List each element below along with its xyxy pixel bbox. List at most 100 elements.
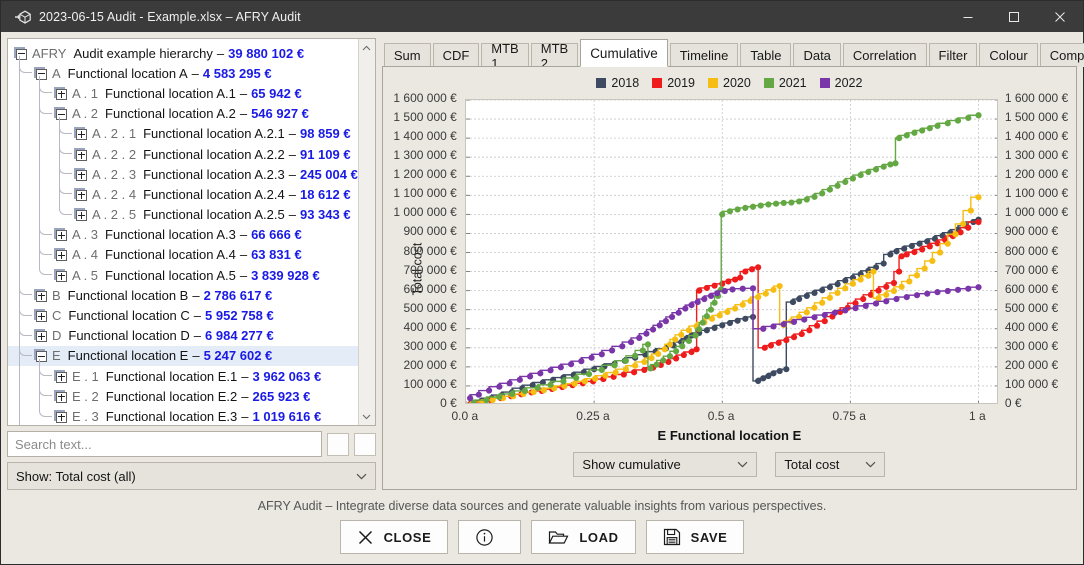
tree-item[interactable]: D Functional location D –6 984 277 € [8,326,358,346]
expand-toggle-icon[interactable] [74,147,87,161]
tree-item-code: E . 1 [72,368,99,384]
tree-connector [39,359,52,417]
chevron-down-icon [719,461,748,468]
footer: AFRY Audit – Integrate diverse data sour… [1,490,1083,564]
y-axis-tick-label: 800 000 € [403,243,457,258]
legend-item[interactable]: 2021 [763,76,807,90]
show-filter-dropdown[interactable]: Show: Total cost (all) [7,462,376,490]
tree-item[interactable]: B Functional location B –2 786 617 € [8,285,358,305]
legend-item[interactable]: 2022 [819,76,862,90]
load-button[interactable]: LOAD [531,520,636,554]
tree-item-value: 65 942 € [251,85,302,101]
tree-item-label: Functional location E.1 [105,368,238,384]
tree-item-label: Functional location A.3 [105,227,236,243]
expand-toggle-icon[interactable] [74,167,87,181]
search-input[interactable] [7,431,322,457]
tree-item-separator: – [288,146,296,162]
save-button[interactable]: SAVE [645,520,745,554]
tree-item-label: Functional location D [68,328,190,344]
maximize-button[interactable] [991,1,1037,32]
search-option-button-2[interactable] [353,432,376,456]
legend-label: 2020 [723,76,751,90]
tree-item-separator: – [192,287,200,303]
tree-item[interactable]: A . 3 Functional location A.3–66 666 € [8,225,358,245]
expand-toggle-icon[interactable] [34,309,47,323]
tree-item-label: Audit example hierarchy [73,45,213,61]
tab-filter[interactable]: Filter [928,43,978,67]
legend-item[interactable]: 2019 [652,76,695,90]
tree-item-separator: – [239,85,248,101]
chart-legend: 2018 2019 2020 2021 2022 [382,67,1076,93]
search-option-button-1[interactable] [326,432,349,456]
tree-item-separator: – [216,45,225,61]
expand-toggle-icon[interactable] [74,187,87,201]
tab-label: Correlation [852,48,917,63]
tree-scrollbar[interactable] [357,39,375,425]
expand-toggle-icon[interactable] [54,409,67,423]
expand-toggle-icon[interactable] [54,248,67,262]
tab-colour[interactable]: Colour [979,43,1038,67]
legend-item[interactable]: 2020 [708,76,751,90]
tree-item[interactable]: A . 4 Functional location A.4–63 831 € [8,245,358,265]
minimize-button[interactable] [945,1,991,32]
legend-label: 2021 [778,76,807,90]
chevron-down-icon[interactable] [358,408,375,425]
tree-connector [59,116,72,215]
tab-table[interactable]: Table [740,43,792,67]
cumulative-mode-dropdown[interactable]: Show cumulative [573,452,758,477]
expand-toggle-icon[interactable] [54,228,67,242]
expand-toggle-icon[interactable] [74,208,87,222]
y-axis-tick-label: 900 000 € [1004,224,1059,239]
tree-item[interactable]: E . 3 Functional location E.3–1 019 616 € [8,406,358,425]
tree-item-value: 98 859 € [299,126,351,142]
legend-item[interactable]: 2018 [596,76,639,90]
tab-data[interactable]: Data [793,43,841,67]
tree-item[interactable]: E . 1 Functional location E.1–3 962 063 € [8,366,358,386]
tab-cumulative[interactable]: Cumulative [580,39,668,67]
tree-item[interactable]: E Functional location E –5 247 602 € [8,345,358,366]
expand-toggle-icon[interactable] [54,268,67,282]
tree-item-separator: – [288,126,296,142]
tab-label: CDF [442,48,470,63]
tab-timeline[interactable]: Timeline [669,43,739,67]
tree-item[interactable]: A . 1 Functional location A.1–65 942 € [8,83,358,103]
expand-toggle-icon[interactable] [34,288,47,302]
tree-item[interactable]: C Functional location C –5 952 758 € [8,305,358,325]
expand-toggle-icon[interactable] [54,86,67,100]
expand-toggle-icon[interactable] [54,389,67,403]
tab-label: Sum [393,48,421,63]
expand-toggle-icon[interactable] [74,127,87,141]
tab-mtb-2[interactable]: MTB 2 [530,41,579,71]
close-button[interactable]: CLOSE [339,520,449,554]
tree-item[interactable]: E . 2 Functional location E.2–265 923 € [8,386,358,406]
chevron-up-icon[interactable] [358,39,375,56]
close-window-button[interactable] [1037,1,1083,32]
tab-mtb-1[interactable]: MTB 1 [481,41,529,71]
tree-item[interactable]: A Functional location A –4 583 295 € [8,63,358,83]
tree-item[interactable]: A . 5 Functional location A.5–3 839 928 € [8,265,358,285]
tab-label: Data [803,48,831,63]
tree-item-value: 4 583 295 € [202,65,272,81]
tree-item-label: Functional location E.2 [105,388,238,404]
tab-correlation[interactable]: Correlation [842,43,927,67]
y-axis-tick-label: 0 € [440,396,457,410]
tree-scrollbar-track[interactable] [358,56,375,408]
tree-item-separator: – [241,368,249,384]
info-button[interactable] [458,520,522,554]
expand-toggle-icon[interactable] [34,329,47,343]
metric-dropdown[interactable]: Total cost [775,452,886,477]
tree-item-separator: – [239,227,248,243]
tab-cdf[interactable]: CDF [432,43,480,67]
tree-item-value: 546 927 € [251,106,309,122]
y-axis-tick-label: 1 500 000 € [1004,110,1069,125]
y-axis-tick-label: 1 400 000 € [393,129,457,144]
hierarchy-tree[interactable]: AFRY Audit example hierarchy –39 880 102 €… [8,39,358,425]
hierarchy-tree-container: AFRY Audit example hierarchy –39 880 102 €… [7,38,376,426]
tree-item[interactable]: AFRY Audit example hierarchy –39 880 102 € [8,43,358,63]
tree-item-code: A . 2 . 4 [92,186,137,202]
chart-plot-box [464,99,998,404]
expand-toggle-icon[interactable] [54,369,67,383]
tab-sum[interactable]: Sum [383,43,431,67]
floppy-disk-icon [663,528,681,546]
tab-compare[interactable]: Compare [1039,43,1084,67]
